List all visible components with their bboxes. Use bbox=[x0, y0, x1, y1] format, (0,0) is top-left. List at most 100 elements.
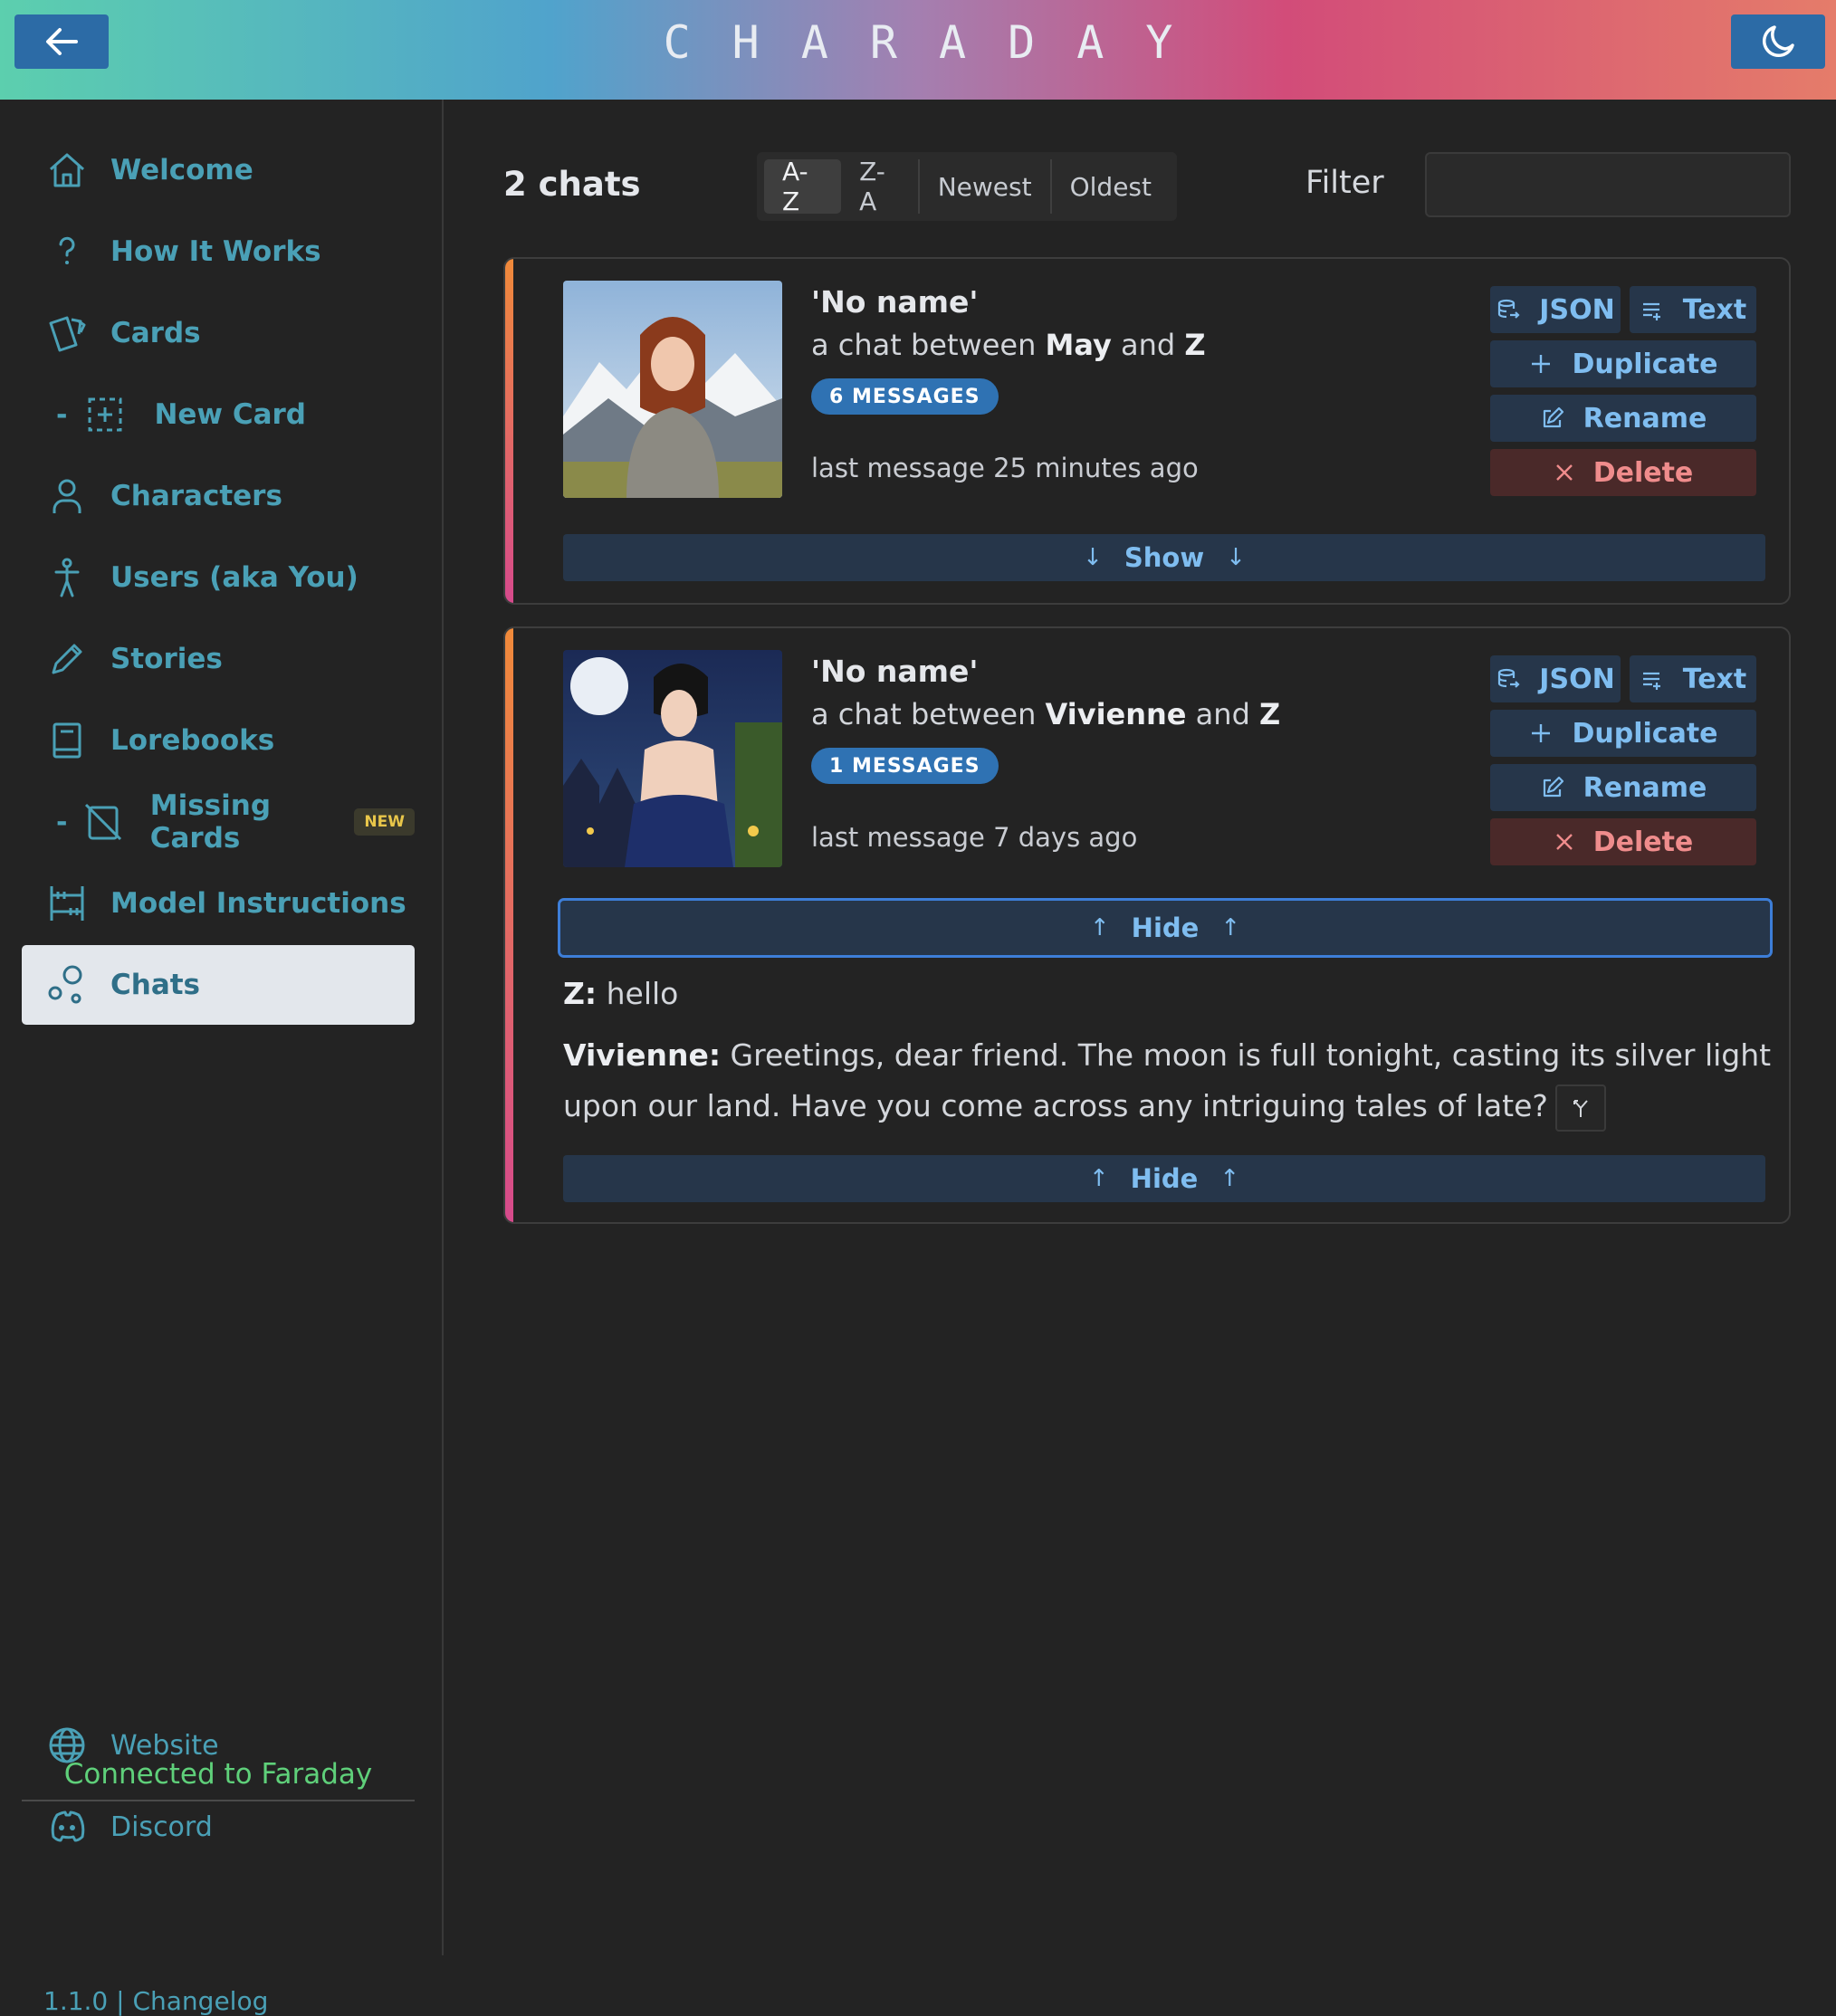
message-speaker: Z: bbox=[563, 976, 598, 1011]
toggle-label: Hide bbox=[1131, 912, 1200, 943]
last-message-time: last message 7 days ago bbox=[811, 822, 1138, 853]
sidebar-item-label: Stories bbox=[110, 643, 223, 675]
delete-button[interactable]: Delete bbox=[1490, 449, 1756, 496]
duplicate-label: Duplicate bbox=[1572, 348, 1718, 380]
chat-name: 'No name' bbox=[811, 654, 979, 689]
toggle-label: Hide bbox=[1130, 1163, 1199, 1194]
close-icon bbox=[1554, 831, 1575, 853]
user-name: Z bbox=[1184, 328, 1206, 362]
discord-link-label: Discord bbox=[110, 1811, 213, 1843]
sidebar: Welcome How It Works Cards - New Card Ch… bbox=[0, 100, 444, 2016]
card-off-icon bbox=[81, 798, 124, 846]
top-bar: CHARADAY bbox=[0, 0, 1836, 100]
book-icon bbox=[43, 717, 91, 764]
sort-oldest-button[interactable]: Oldest bbox=[1052, 159, 1170, 214]
hide-messages-button[interactable]: ↑ Hide ↑ bbox=[558, 898, 1773, 958]
sidebar-item-chats[interactable]: Chats bbox=[22, 945, 415, 1025]
chat-card: 'No name' a chat between May and Z 6 MES… bbox=[503, 257, 1791, 605]
website-link-label: Website bbox=[110, 1729, 219, 1762]
between-and: and bbox=[1195, 697, 1250, 731]
rename-button[interactable]: Rename bbox=[1490, 395, 1756, 442]
sidebar-item-model-instructions[interactable]: Model Instructions bbox=[22, 864, 415, 943]
sidebar-item-label: Chats bbox=[110, 969, 201, 1001]
duplicate-button[interactable]: Duplicate bbox=[1490, 710, 1756, 757]
sidebar-item-welcome[interactable]: Welcome bbox=[22, 130, 415, 210]
sub-item-dash: - bbox=[56, 806, 68, 838]
version-changelog-link[interactable]: 1.1.0 | Changelog bbox=[43, 1986, 268, 2016]
text-plus-icon bbox=[1640, 666, 1665, 692]
edit-icon bbox=[1540, 406, 1565, 431]
between-prefix: a chat between bbox=[811, 328, 1037, 362]
delete-label: Delete bbox=[1592, 456, 1694, 489]
text-label: Text bbox=[1682, 663, 1747, 695]
sidebar-item-stories[interactable]: Stories bbox=[22, 619, 415, 699]
sidebar-item-new-card[interactable]: - New Card bbox=[22, 375, 415, 454]
text-button[interactable]: Text bbox=[1630, 655, 1756, 702]
duplicate-button[interactable]: Duplicate bbox=[1490, 340, 1756, 387]
sidebar-item-label: Lorebooks bbox=[110, 724, 275, 757]
message-speaker: Vivienne: bbox=[563, 1037, 722, 1073]
character-name: May bbox=[1045, 328, 1112, 362]
card-accent-stripe bbox=[505, 628, 513, 1222]
sidebar-item-how-it-works[interactable]: How It Works bbox=[22, 212, 415, 291]
show-messages-button[interactable]: ↓ Show ↓ bbox=[563, 534, 1765, 581]
delete-button[interactable]: Delete bbox=[1490, 818, 1756, 865]
json-button[interactable]: JSON bbox=[1490, 655, 1621, 702]
home-icon bbox=[43, 147, 91, 194]
chat-participants: a chat between Vivienne and Z bbox=[811, 697, 1280, 731]
sidebar-item-label: Users (aka You) bbox=[110, 561, 359, 594]
new-card-icon bbox=[81, 391, 129, 438]
arrow-up-icon: ↑ bbox=[1219, 1165, 1240, 1192]
sidebar-item-label: Model Instructions bbox=[110, 887, 406, 920]
sidebar-item-cards[interactable]: Cards bbox=[22, 293, 415, 373]
arrow-up-icon: ↑ bbox=[1088, 1165, 1109, 1192]
chat-name: 'No name' bbox=[811, 284, 979, 320]
hide-messages-button[interactable]: ↑ Hide ↑ bbox=[563, 1155, 1765, 1202]
website-link[interactable]: Website bbox=[22, 1709, 219, 1782]
pencil-icon bbox=[43, 635, 91, 683]
git-branch-icon bbox=[1573, 1099, 1588, 1117]
discord-icon bbox=[43, 1803, 91, 1850]
filter-input[interactable] bbox=[1425, 152, 1791, 217]
globe-icon bbox=[43, 1722, 91, 1769]
theme-toggle-button[interactable] bbox=[1731, 14, 1825, 69]
rename-button[interactable]: Rename bbox=[1490, 764, 1756, 811]
chat-participants: a chat between May and Z bbox=[811, 328, 1206, 362]
bubbles-icon bbox=[43, 961, 91, 1008]
arrow-up-icon: ↑ bbox=[1089, 914, 1110, 941]
discord-link[interactable]: Discord bbox=[22, 1791, 213, 1863]
message-count-badge: 6 MESSAGES bbox=[811, 378, 999, 415]
card-accent-stripe bbox=[505, 259, 513, 603]
plus-icon bbox=[1528, 351, 1554, 377]
filter-label: Filter bbox=[1305, 165, 1384, 201]
question-icon bbox=[43, 228, 91, 275]
text-button[interactable]: Text bbox=[1630, 286, 1756, 333]
duplicate-label: Duplicate bbox=[1572, 717, 1718, 750]
chat-message: Z: hello bbox=[563, 969, 1776, 1019]
last-message-time: last message 25 minutes ago bbox=[811, 453, 1199, 483]
sort-newest-button[interactable]: Newest bbox=[920, 159, 1052, 214]
sidebar-item-label: New Card bbox=[154, 398, 307, 431]
text-plus-icon bbox=[1640, 297, 1665, 322]
sidebar-item-label: Welcome bbox=[110, 154, 253, 186]
message-count-badge: 1 MESSAGES bbox=[811, 748, 999, 784]
sidebar-item-label: Cards bbox=[110, 317, 201, 349]
sidebar-item-missing-cards[interactable]: - Missing Cards NEW bbox=[22, 782, 415, 862]
sidebar-item-lorebooks[interactable]: Lorebooks bbox=[22, 701, 415, 780]
sort-segmented-control: A-Z Z-A Newest Oldest bbox=[757, 152, 1177, 221]
sidebar-item-characters[interactable]: Characters bbox=[22, 456, 415, 536]
json-button[interactable]: JSON bbox=[1490, 286, 1621, 333]
character-avatar[interactable] bbox=[563, 650, 782, 867]
new-badge: NEW bbox=[354, 808, 415, 836]
chat-card: 'No name' a chat between Vivienne and Z … bbox=[503, 626, 1791, 1224]
sidebar-item-label: Missing Cards bbox=[149, 789, 272, 855]
sub-item-dash: - bbox=[56, 398, 68, 431]
sidebar-item-users[interactable]: Users (aka You) bbox=[22, 538, 415, 617]
close-icon bbox=[1554, 462, 1575, 483]
sort-a-z-button[interactable]: A-Z bbox=[764, 157, 842, 216]
character-avatar[interactable] bbox=[563, 281, 782, 498]
sidebar-item-label: Characters bbox=[110, 480, 282, 512]
sort-z-a-button[interactable]: Z-A bbox=[841, 157, 920, 216]
branch-button[interactable] bbox=[1554, 1084, 1606, 1132]
cards-icon bbox=[43, 310, 91, 357]
